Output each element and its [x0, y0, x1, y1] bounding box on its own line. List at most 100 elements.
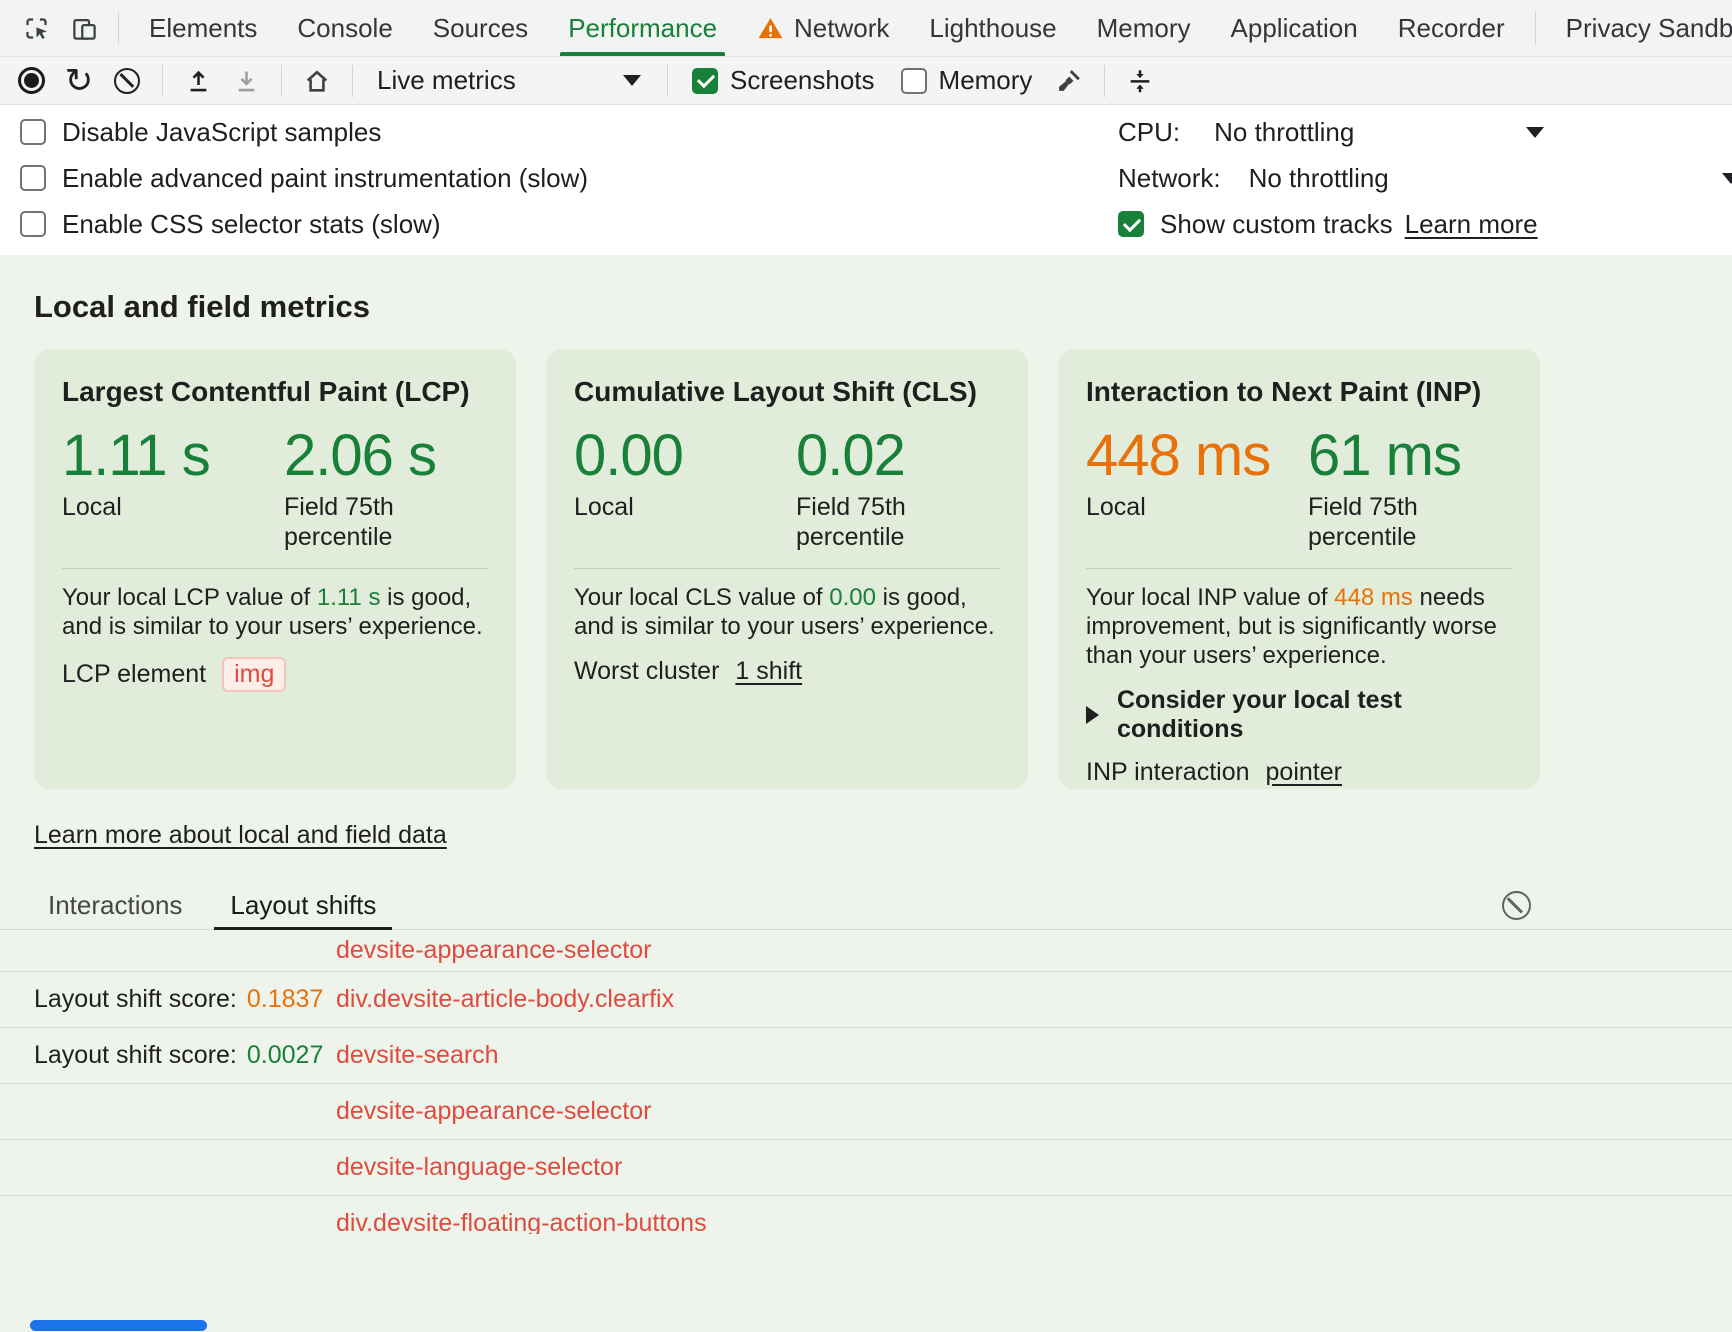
clear-button[interactable]: [104, 61, 150, 101]
cls-local-value: 0.00: [574, 426, 796, 486]
table-row: Layout shift score: 0.1837 div.devsite-a…: [0, 972, 1732, 1028]
toolbar-divider: [667, 65, 668, 97]
home-button[interactable]: [294, 61, 340, 101]
tab-label: Memory: [1097, 13, 1191, 44]
toolbar-divider: [1104, 65, 1105, 97]
tab-console[interactable]: Console: [277, 0, 412, 56]
network-throttling-select[interactable]: No throttling: [1249, 163, 1389, 194]
lcp-field-metric: 2.06 s Field 75th percentile: [284, 426, 484, 552]
tab-label: Lighthouse: [929, 13, 1056, 44]
checkbox-unchecked-icon: [20, 119, 46, 145]
local-test-conditions-expander[interactable]: Consider your local test conditions: [1086, 686, 1512, 744]
inp-interaction-link[interactable]: pointer: [1266, 758, 1342, 787]
tab-label: Application: [1231, 13, 1358, 44]
element-node-link[interactable]: devsite-appearance-selector: [336, 1097, 651, 1125]
performance-toolbar: ↻ Live metrics Screenshots: [0, 57, 1732, 105]
metric-cards: Largest Contentful Paint (LCP) 1.11 s Lo…: [34, 349, 1732, 789]
reload-and-record-button[interactable]: ↻: [56, 61, 102, 101]
chevron-down-icon[interactable]: [1526, 127, 1544, 138]
checkbox-checked-icon[interactable]: [1118, 211, 1144, 237]
load-profile-button[interactable]: [175, 61, 221, 101]
cpu-throttling-select[interactable]: No throttling: [1214, 117, 1354, 148]
cls-local-label: Local: [574, 492, 796, 522]
cls-local-metric: 0.00 Local: [574, 426, 796, 552]
inspect-element-button[interactable]: [12, 7, 60, 49]
device-toolbar-button[interactable]: [60, 7, 108, 49]
inspect-cursor-icon: [23, 15, 50, 42]
toolbar-divider: [118, 12, 119, 44]
horizontal-scrollbar-thumb[interactable]: [30, 1320, 207, 1331]
device-toolbar-icon: [71, 15, 98, 42]
tab-label: Privacy Sandbox: [1566, 13, 1732, 44]
screenshots-checkbox[interactable]: Screenshots: [680, 65, 887, 96]
score-value: 0.1837: [247, 985, 323, 1014]
devtools-window: Elements Console Sources Performance Net…: [0, 0, 1732, 1332]
element-cell: devsite-appearance-selector: [336, 936, 651, 965]
collapse-tracks-button[interactable]: [1117, 61, 1163, 101]
custom-tracks-label: Show custom tracks: [1160, 209, 1393, 240]
element-node-link[interactable]: devsite-search: [336, 1041, 499, 1069]
tab-sources[interactable]: Sources: [413, 0, 548, 56]
element-cell: devsite-language-selector: [336, 1153, 622, 1182]
tab-elements[interactable]: Elements: [129, 0, 277, 56]
custom-tracks-row: Show custom tracks Learn more: [1118, 201, 1732, 247]
checkbox-checked-icon: [692, 68, 718, 94]
cpu-label: CPU:: [1118, 117, 1180, 148]
tab-performance[interactable]: Performance: [548, 0, 737, 56]
element-cell: devsite-search: [336, 1041, 499, 1070]
table-row: Layout shift score: 0.0027 devsite-searc…: [0, 1028, 1732, 1084]
clear-log-button[interactable]: [1496, 886, 1536, 926]
clear-icon: [1502, 891, 1531, 920]
learn-more-field-data-link[interactable]: Learn more about local and field data: [34, 821, 447, 850]
logs-subtabs: Interactions Layout shifts: [0, 882, 1732, 930]
element-node-link[interactable]: div.devsite-floating-action-buttons: [336, 1209, 707, 1234]
memory-checkbox[interactable]: Memory: [889, 65, 1045, 96]
checkbox-unchecked-icon: [901, 68, 927, 94]
toolbar-divider: [162, 65, 163, 97]
tab-recorder[interactable]: Recorder: [1378, 0, 1525, 56]
element-node-link[interactable]: div.devsite-article-body.clearfix: [336, 985, 674, 1013]
worst-cluster-link[interactable]: 1 shift: [735, 657, 802, 686]
tab-interactions[interactable]: Interactions: [32, 882, 198, 929]
upload-icon: [185, 67, 212, 94]
score-label: Layout shift score:: [34, 1041, 237, 1070]
card-divider: [574, 568, 1000, 569]
table-row: div.devsite-floating-action-buttons: [0, 1196, 1732, 1234]
element-node-link[interactable]: devsite-language-selector: [336, 1153, 622, 1181]
lcp-local-metric: 1.11 s Local: [62, 426, 284, 552]
inp-card: Interaction to Next Paint (INP) 448 ms L…: [1058, 349, 1540, 789]
capture-settings-section: Disable JavaScript samples Enable advanc…: [0, 105, 1732, 255]
chevron-down-icon[interactable]: [1722, 173, 1732, 184]
tab-label: Recorder: [1398, 13, 1505, 44]
clear-icon: [114, 68, 140, 94]
save-profile-button[interactable]: [223, 61, 269, 101]
tab-application[interactable]: Application: [1211, 0, 1378, 56]
cpu-throttling-row: CPU: No throttling: [1118, 109, 1732, 155]
tab-label: Network: [794, 13, 889, 44]
lcp-local-label: Local: [62, 492, 284, 522]
tab-layout-shifts[interactable]: Layout shifts: [214, 882, 392, 929]
tab-memory[interactable]: Memory: [1077, 0, 1211, 56]
live-metrics-select[interactable]: Live metrics: [365, 61, 655, 101]
throttling-settings: CPU: No throttling Network: No throttlin…: [1118, 109, 1732, 247]
home-icon: [303, 67, 331, 95]
tab-network[interactable]: Network: [737, 0, 909, 56]
record-button[interactable]: [8, 61, 54, 101]
desc-text: Your local CLS value of: [574, 584, 829, 611]
inp-interaction-label: INP interaction: [1086, 758, 1250, 787]
tab-lighthouse[interactable]: Lighthouse: [909, 0, 1076, 56]
inp-interaction-row: INP interaction pointer: [1086, 758, 1512, 787]
collect-garbage-button[interactable]: [1046, 61, 1092, 101]
tab-privacy-sandbox[interactable]: Privacy Sandbox: [1546, 0, 1732, 56]
live-metrics-panel: Local and field metrics Largest Contentf…: [0, 255, 1732, 1332]
garbage-collect-icon: [1055, 67, 1083, 95]
lcp-element-node-link[interactable]: img: [222, 657, 286, 692]
element-cell: div.devsite-article-body.clearfix: [336, 985, 674, 1014]
expand-triangle-icon: [1086, 706, 1099, 724]
desc-text: Your local INP value of: [1086, 584, 1334, 611]
custom-tracks-learn-more-link[interactable]: Learn more: [1405, 209, 1538, 240]
lcp-field-value: 2.06 s: [284, 426, 484, 486]
cls-field-label: Field 75th percentile: [796, 492, 996, 552]
checkbox-unchecked-icon: [20, 165, 46, 191]
element-node-link[interactable]: devsite-appearance-selector: [336, 936, 651, 964]
